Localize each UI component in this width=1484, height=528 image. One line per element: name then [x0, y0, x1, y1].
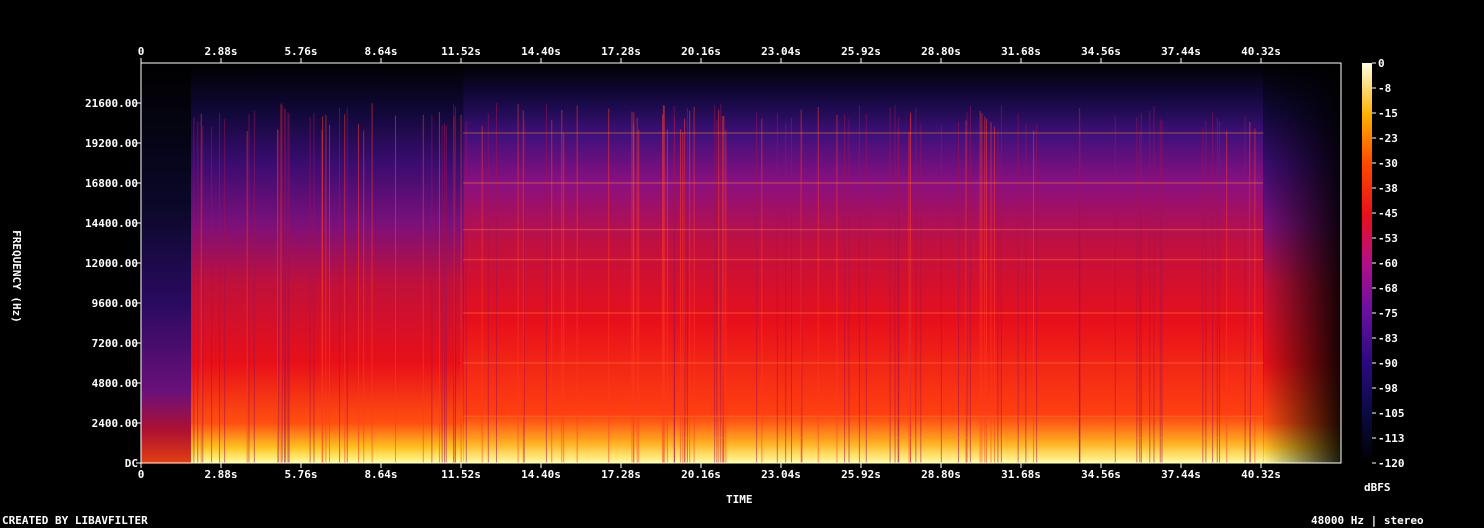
x-tick-label: 34.56s: [1081, 45, 1121, 58]
y-tick-label: 14400.00: [85, 217, 138, 230]
x-axis-label: TIME: [726, 493, 753, 506]
x-tick-label: 17.28s: [601, 468, 641, 481]
x-tick-label: 8.64s: [364, 468, 397, 481]
footer-credit: CREATED BY LIBAVFILTER: [2, 514, 148, 527]
colorbar-tick-label: -113: [1378, 432, 1405, 445]
x-tick-label: 14.40s: [521, 468, 561, 481]
x-tick-label: 2.88s: [204, 45, 237, 58]
spectrogram-region: [141, 63, 191, 463]
x-tick-label: 28.80s: [921, 468, 961, 481]
colorbar-tick-label: -68: [1378, 282, 1398, 295]
x-tick-label: 5.76s: [284, 468, 317, 481]
spectrogram-chart: 0 2.88s 5.76s 8.64s 11.52s 14.40s 17.28s 20.16s…: [85, 45, 1405, 481]
x-tick-label: 23.04s: [761, 468, 801, 481]
colorbar-tick-label: -75: [1378, 307, 1398, 320]
y-tick-label: 12000.00: [85, 257, 138, 270]
colorbar-ticks: 0 -8 -15 -23 -30 -38 -45 -53 -60 -68 -75 -83 -90 -98 -…: [1372, 57, 1405, 470]
y-tick-label: 21600.00: [85, 97, 138, 110]
x-tick-label: 28.80s: [921, 45, 961, 58]
colorbar-tick-label: -53: [1378, 232, 1398, 245]
colorbar-tick-label: -98: [1378, 382, 1398, 395]
x-tick-label: 8.64s: [364, 45, 397, 58]
x-tick-label: 40.32s: [1241, 45, 1281, 58]
x-tick-label: 37.44s: [1161, 45, 1201, 58]
x-tick-label: 0: [138, 45, 145, 58]
colorbar-unit-label: dBFS: [1364, 481, 1391, 494]
x-tick-label: 37.44s: [1161, 468, 1201, 481]
colorbar-tick-label: -83: [1378, 332, 1398, 345]
colorbar-tick-label: -90: [1378, 357, 1398, 370]
x-tick-label: 2.88s: [204, 468, 237, 481]
y-tick-label: 7200.00: [92, 337, 138, 350]
colorbar-tick-label: -23: [1378, 132, 1398, 145]
y-ticks: DC 2400.00 4800.00 7200.00 9600.00 12000.00 14…: [85, 97, 141, 470]
x-tick-label: 31.68s: [1001, 468, 1041, 481]
x-tick-label: 31.68s: [1001, 45, 1041, 58]
decay-fade: [1263, 63, 1341, 463]
x-tick-label: 25.92s: [841, 45, 881, 58]
x-tick-label: 14.40s: [521, 45, 561, 58]
y-tick-label: 9600.00: [92, 297, 138, 310]
x-tick-label: 5.76s: [284, 45, 317, 58]
y-tick-label: 2400.00: [92, 417, 138, 430]
colorbar-tick-label: -15: [1378, 107, 1398, 120]
colorbar-tick-label: -60: [1378, 257, 1398, 270]
spectrogram-region: [191, 63, 464, 463]
colorbar-tick-label: -8: [1378, 82, 1391, 95]
x-tick-label: 34.56s: [1081, 468, 1121, 481]
spectrogram-image: [141, 63, 1341, 463]
x-tick-label: 25.92s: [841, 468, 881, 481]
x-ticks-bottom: 0 2.88s 5.76s 8.64s 11.52s 14.40s 17.28s 20.16s…: [138, 463, 1281, 481]
colorbar-tick-label: -45: [1378, 207, 1398, 220]
x-tick-label: 17.28s: [601, 45, 641, 58]
x-tick-label: 0: [138, 468, 145, 481]
x-ticks-top: 0 2.88s 5.76s 8.64s 11.52s 14.40s 17.28s 20.16s…: [138, 45, 1281, 63]
colorbar-tick-label: -38: [1378, 182, 1398, 195]
colorbar-tick-label: -120: [1378, 457, 1405, 470]
y-tick-label: 19200.00: [85, 137, 138, 150]
x-tick-label: 23.04s: [761, 45, 801, 58]
colorbar: [1362, 63, 1372, 463]
footer-format: 48000 Hz | stereo: [1311, 514, 1424, 527]
y-tick-label: 4800.00: [92, 377, 138, 390]
x-tick-label: 11.52s: [441, 468, 481, 481]
x-tick-label: 40.32s: [1241, 468, 1281, 481]
x-tick-label: 20.16s: [681, 468, 721, 481]
y-tick-label: DC: [125, 457, 138, 470]
y-axis-label: FREQUENCY (Hz): [9, 230, 23, 323]
x-tick-label: 20.16s: [681, 45, 721, 58]
colorbar-tick-label: -30: [1378, 157, 1398, 170]
colorbar-tick-label: 0: [1378, 57, 1385, 70]
x-tick-label: 11.52s: [441, 45, 481, 58]
spectrogram-region: [463, 63, 1264, 463]
y-tick-label: 16800.00: [85, 177, 138, 190]
colorbar-tick-label: -105: [1378, 407, 1405, 420]
